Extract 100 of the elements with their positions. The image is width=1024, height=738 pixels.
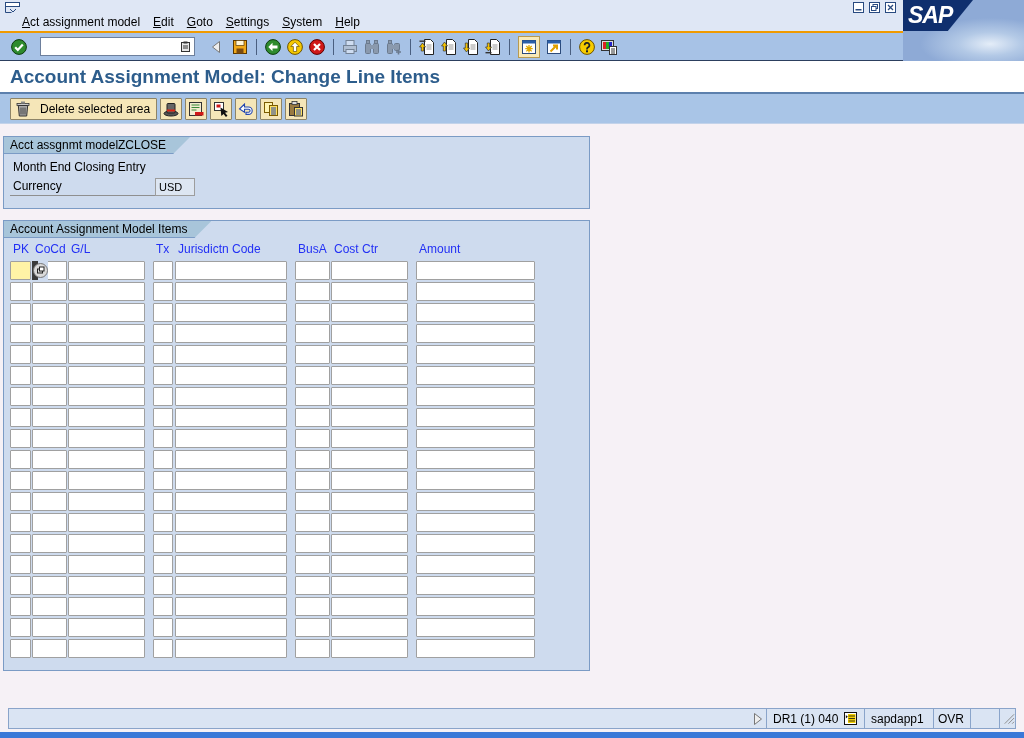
input-field[interactable] [416, 429, 535, 448]
input-field[interactable] [68, 261, 145, 280]
input-field[interactable] [10, 282, 31, 301]
menu-item[interactable]: Act assignment model [22, 15, 141, 30]
input-field[interactable] [416, 513, 535, 532]
input-field[interactable] [153, 492, 173, 511]
input-field[interactable] [416, 450, 535, 469]
input-field[interactable] [295, 513, 330, 532]
menu-icon[interactable] [5, 2, 21, 13]
input-field[interactable] [331, 513, 408, 532]
input-field[interactable] [331, 324, 408, 343]
input-field[interactable] [175, 639, 287, 658]
input-field[interactable] [68, 366, 145, 385]
input-field[interactable] [295, 618, 330, 637]
input-field[interactable] [416, 471, 535, 490]
input-field[interactable] [68, 471, 145, 490]
input-field[interactable] [295, 492, 330, 511]
input-field[interactable] [175, 282, 287, 301]
input-field[interactable] [32, 303, 67, 322]
input-field[interactable] [175, 618, 287, 637]
input-field[interactable] [32, 408, 67, 427]
input-field[interactable] [295, 261, 330, 280]
input-field[interactable] [175, 534, 287, 553]
input-field[interactable] [331, 366, 408, 385]
input-field[interactable] [68, 429, 145, 448]
input-field[interactable] [331, 576, 408, 595]
input-field[interactable] [32, 639, 67, 658]
input-field[interactable] [331, 345, 408, 364]
input-field[interactable] [331, 555, 408, 574]
input-field[interactable] [331, 618, 408, 637]
list-icon[interactable] [844, 712, 858, 725]
input-field[interactable] [10, 450, 31, 469]
input-field[interactable] [295, 345, 330, 364]
input-field[interactable] [153, 471, 173, 490]
input-field[interactable] [68, 345, 145, 364]
input-field[interactable] [175, 429, 287, 448]
input-field[interactable] [416, 639, 535, 658]
input-field[interactable] [416, 408, 535, 427]
input-field[interactable] [32, 597, 67, 616]
input-field[interactable] [48, 261, 67, 280]
monitor-icon[interactable] [601, 38, 617, 55]
input-field[interactable] [295, 576, 330, 595]
input-field[interactable] [416, 492, 535, 511]
input-field[interactable] [153, 366, 173, 385]
input-field[interactable] [32, 534, 67, 553]
input-field[interactable] [32, 387, 67, 406]
value-help-icon[interactable] [32, 261, 48, 280]
input-field[interactable] [153, 597, 173, 616]
input-field[interactable] [295, 429, 330, 448]
menu-item[interactable]: Goto [186, 15, 213, 30]
input-field[interactable] [68, 282, 145, 301]
input-field[interactable] [68, 534, 145, 553]
input-field[interactable] [10, 366, 31, 385]
close-icon[interactable] [885, 2, 896, 13]
restore-icon[interactable] [869, 2, 880, 13]
input-field[interactable] [295, 639, 330, 658]
input-field[interactable] [153, 387, 173, 406]
input-field[interactable] [175, 324, 287, 343]
input-field[interactable] [295, 366, 330, 385]
input-field[interactable] [331, 429, 408, 448]
input-field[interactable] [10, 513, 31, 532]
check-icon[interactable] [11, 38, 27, 55]
input-field[interactable] [153, 324, 173, 343]
input-field[interactable] [10, 345, 31, 364]
input-field[interactable] [295, 324, 330, 343]
input-field[interactable] [10, 261, 31, 280]
input-field[interactable] [331, 408, 408, 427]
help-icon[interactable] [579, 38, 595, 55]
input-field[interactable] [331, 282, 408, 301]
input-field[interactable] [175, 471, 287, 490]
input-field[interactable] [416, 261, 535, 280]
input-field[interactable] [175, 513, 287, 532]
input-field[interactable] [32, 576, 67, 595]
input-field[interactable] [153, 429, 173, 448]
input-field[interactable] [10, 534, 31, 553]
input-field[interactable] [68, 576, 145, 595]
input-field[interactable] [295, 387, 330, 406]
input-field[interactable] [416, 387, 535, 406]
input-field[interactable] [175, 576, 287, 595]
input-field[interactable] [10, 555, 31, 574]
input-field[interactable] [10, 492, 31, 511]
copy-button[interactable] [260, 97, 282, 120]
triangle-right-icon[interactable] [754, 712, 762, 725]
input-field[interactable] [416, 618, 535, 637]
input-field[interactable] [32, 555, 67, 574]
input-field[interactable] [153, 576, 173, 595]
input-field[interactable] [153, 555, 173, 574]
input-field[interactable] [153, 345, 173, 364]
input-field[interactable] [175, 492, 287, 511]
minimize-icon[interactable] [853, 2, 864, 13]
input-field[interactable] [175, 555, 287, 574]
input-field[interactable] [32, 345, 67, 364]
input-field[interactable] [153, 534, 173, 553]
input-field[interactable] [32, 618, 67, 637]
output-field[interactable]: USD [155, 178, 195, 196]
previous-page-icon[interactable] [441, 38, 457, 55]
input-field[interactable] [68, 450, 145, 469]
input-field[interactable] [32, 471, 67, 490]
input-field[interactable] [295, 282, 330, 301]
input-field[interactable] [175, 387, 287, 406]
